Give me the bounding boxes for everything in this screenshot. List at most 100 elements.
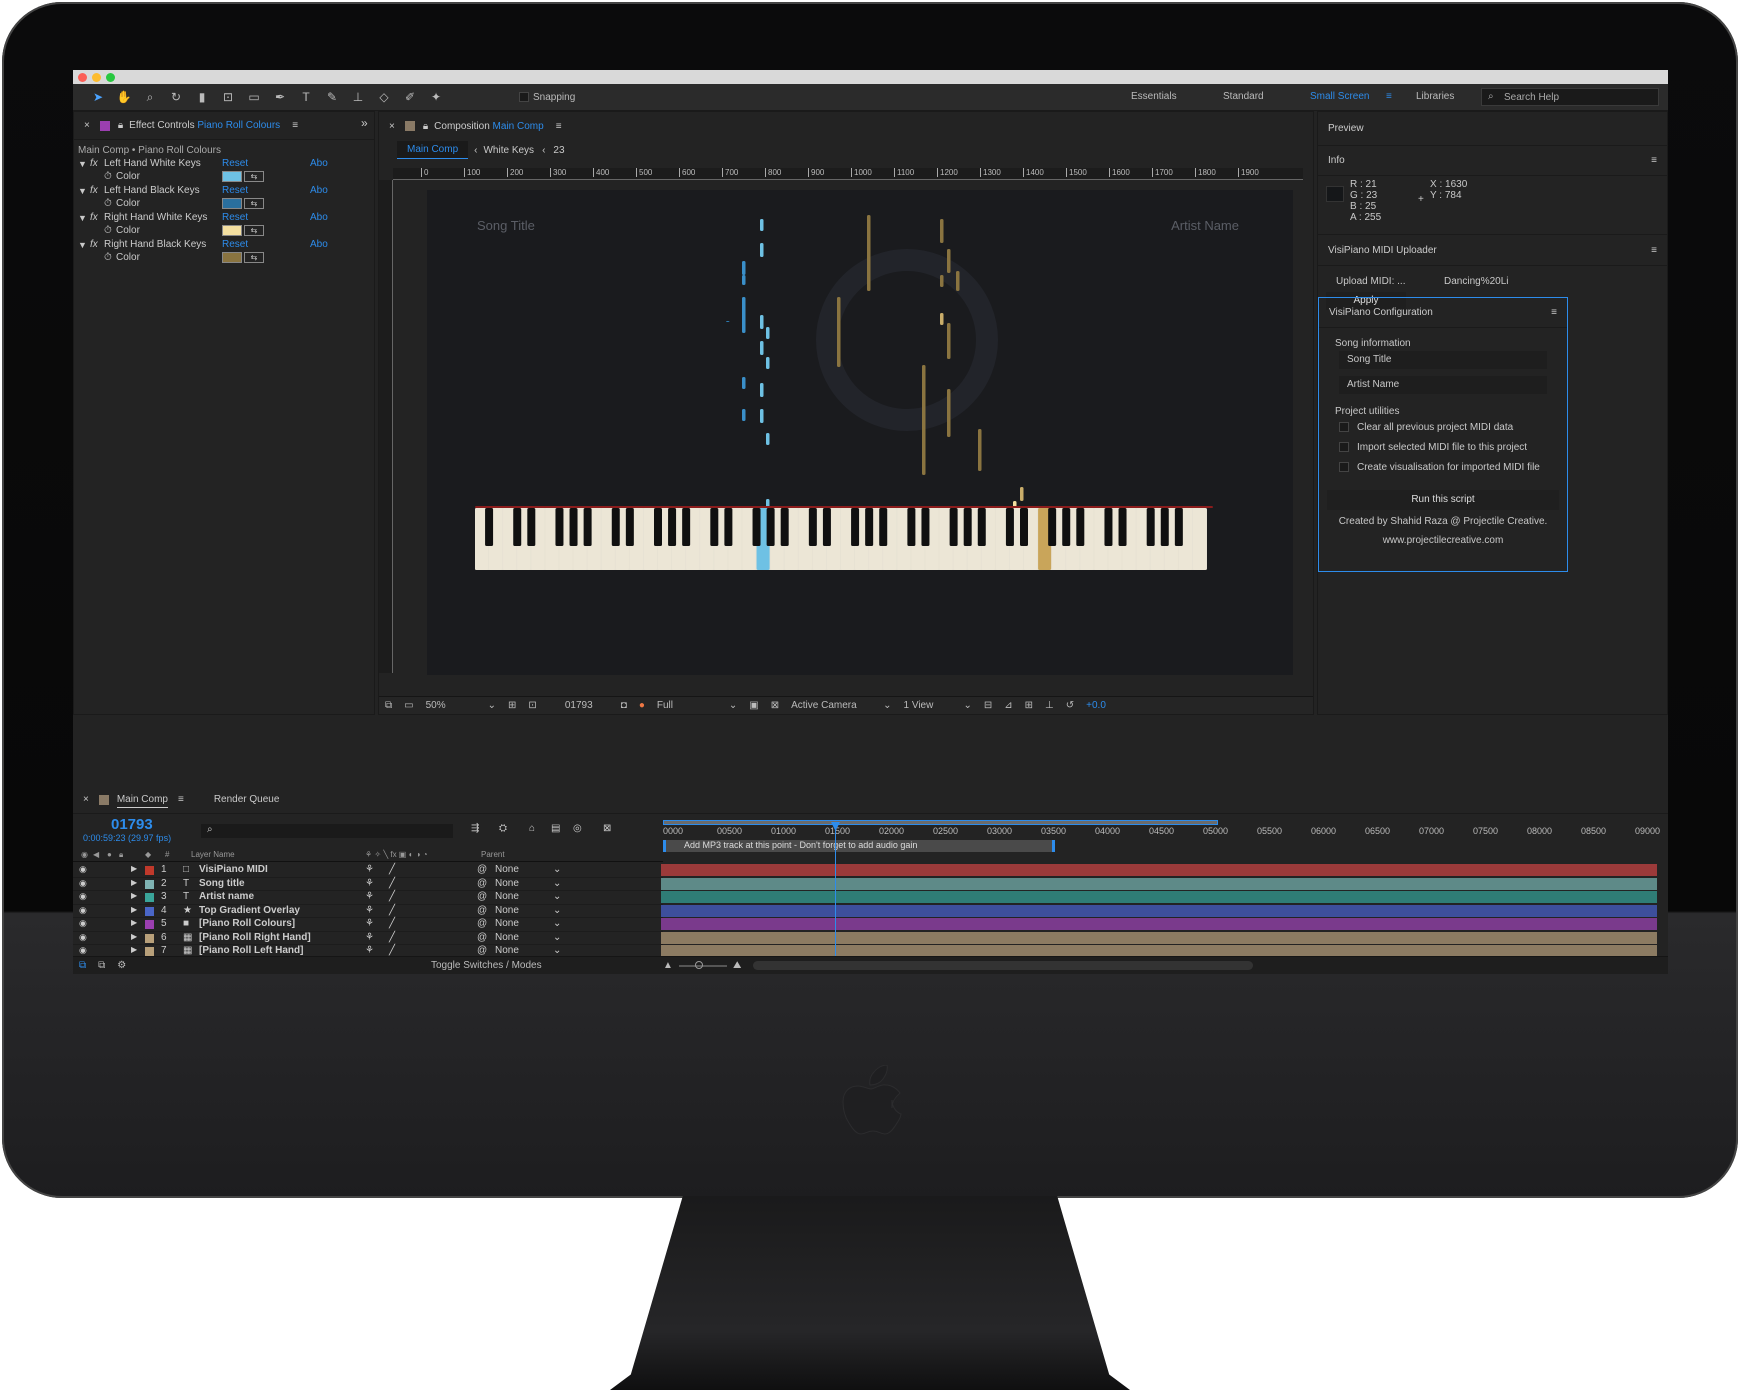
eraser-tool-icon[interactable]: ◇ bbox=[376, 89, 392, 105]
composition-viewer[interactable]: Song Title Artist Name bbox=[427, 190, 1293, 675]
pickwhip-icon[interactable]: @ bbox=[477, 864, 487, 875]
quality-switch-icon[interactable]: ╱ bbox=[389, 891, 395, 902]
layer-name[interactable]: VisiPiano MIDI bbox=[199, 864, 268, 875]
stopwatch-icon[interactable]: ⏱ bbox=[104, 171, 112, 182]
layer-label-color[interactable] bbox=[145, 947, 154, 956]
snapping-checkbox[interactable] bbox=[519, 92, 529, 102]
pickwhip-icon[interactable]: @ bbox=[477, 932, 487, 943]
panel-menu-icon[interactable]: ≡ bbox=[292, 120, 298, 131]
resolution-select[interactable]: Full bbox=[657, 700, 717, 711]
grid-icon[interactable]: ⊞ bbox=[508, 700, 516, 711]
workspace-essentials[interactable]: Essentials bbox=[1131, 91, 1177, 102]
panel-menu-icon[interactable]: ≡ bbox=[1551, 307, 1557, 318]
visibility-eye-icon[interactable]: ◉ bbox=[79, 932, 87, 943]
parent-select[interactable]: None bbox=[495, 932, 559, 943]
layer-duration-bar[interactable] bbox=[661, 931, 1657, 944]
opt-create-row[interactable]: Create visualisation for imported MIDI f… bbox=[1319, 456, 1567, 476]
zoom-select[interactable]: 50% bbox=[426, 700, 476, 711]
expand-arrow-icon[interactable]: ▼ bbox=[78, 213, 87, 223]
close-window-button[interactable] bbox=[78, 73, 87, 82]
expand-arrow-icon[interactable]: ▼ bbox=[78, 159, 87, 169]
parent-select[interactable]: None bbox=[495, 905, 559, 916]
workspace-small-screen[interactable]: Small Screen bbox=[1310, 91, 1369, 102]
fx-icon[interactable]: fx bbox=[90, 185, 98, 196]
expand-layer-icon[interactable]: ▶ bbox=[131, 878, 137, 887]
color-swatch[interactable] bbox=[222, 252, 242, 263]
layer-switches-icon[interactable]: ⧉ bbox=[79, 960, 86, 971]
eyedropper-icon[interactable]: ⇆ bbox=[244, 198, 264, 209]
layer-label-color[interactable] bbox=[145, 879, 154, 889]
quality-switch-icon[interactable]: ╱ bbox=[389, 864, 395, 875]
pickwhip-icon[interactable]: @ bbox=[477, 891, 487, 902]
pickwhip-icon[interactable]: @ bbox=[477, 878, 487, 889]
upload-midi-label[interactable]: Upload MIDI: ... bbox=[1336, 276, 1405, 287]
minimize-window-button[interactable] bbox=[92, 73, 101, 82]
layer-duration-bar[interactable] bbox=[661, 918, 1657, 930]
motion-blur-icon[interactable]: ◎ bbox=[573, 823, 582, 834]
expand-layer-icon[interactable]: ▶ bbox=[131, 945, 137, 954]
monitor-icon[interactable]: ▭ bbox=[404, 700, 413, 711]
region-of-interest-icon[interactable]: ▣ bbox=[749, 700, 758, 711]
timecode-display[interactable]: 01793 bbox=[111, 816, 153, 833]
frame-blending-icon[interactable]: ▤ bbox=[551, 823, 560, 834]
visibility-eye-icon[interactable]: ◉ bbox=[79, 905, 87, 916]
stopwatch-icon[interactable]: ⏱ bbox=[104, 252, 112, 263]
color-swatch[interactable] bbox=[222, 225, 242, 236]
quality-switch-icon[interactable]: ╱ bbox=[389, 945, 395, 956]
layer-name[interactable]: [Piano Roll Right Hand] bbox=[199, 932, 311, 943]
effect-reset-link[interactable]: Reset bbox=[222, 185, 248, 196]
pan-behind-tool-icon[interactable]: ⊡ bbox=[220, 89, 236, 105]
opt-clear-row[interactable]: Clear all previous project MIDI data bbox=[1319, 419, 1567, 436]
visibility-eye-icon[interactable]: ◉ bbox=[79, 918, 87, 929]
tab-timeline-main-comp[interactable]: Main Comp bbox=[116, 792, 168, 808]
layer-name[interactable]: [Piano Roll Colours] bbox=[199, 918, 295, 929]
parent-select[interactable]: None bbox=[495, 891, 559, 902]
parent-select[interactable]: None bbox=[495, 918, 559, 929]
expand-layer-icon[interactable]: ▶ bbox=[131, 864, 137, 873]
expand-arrow-icon[interactable]: ▼ bbox=[78, 186, 87, 196]
stopwatch-icon[interactable]: ⏱ bbox=[104, 225, 112, 236]
pen-tool-icon[interactable]: ✒ bbox=[272, 89, 288, 105]
panel-menu-icon[interactable]: ≡ bbox=[1651, 245, 1657, 256]
mask-icon[interactable]: ⊡ bbox=[528, 700, 536, 711]
horizontal-scrollbar[interactable] bbox=[753, 961, 1253, 970]
fx-icon[interactable]: fx bbox=[90, 212, 98, 223]
parent-select[interactable]: None bbox=[495, 864, 559, 875]
expand-layer-icon[interactable]: ▶ bbox=[131, 891, 137, 900]
visibility-eye-icon[interactable]: ◉ bbox=[79, 864, 87, 875]
expand-arrow-icon[interactable]: ▼ bbox=[78, 240, 87, 250]
layer-duration-bar[interactable] bbox=[661, 891, 1657, 903]
parent-select[interactable]: None bbox=[495, 945, 559, 956]
rotate-tool-icon[interactable]: ↻ bbox=[168, 89, 184, 105]
rectangle-tool-icon[interactable]: ▭ bbox=[246, 89, 262, 105]
song-title-field[interactable]: Song Title bbox=[1339, 351, 1547, 369]
layer-row[interactable]: ◉ ▶ 4 ★ Top Gradient Overlay ⚘ ╱ @ None … bbox=[73, 905, 663, 918]
effect-reset-link[interactable]: Reset bbox=[222, 212, 248, 223]
draft-3d-icon[interactable]: ⛭ bbox=[499, 823, 507, 834]
always-preview-icon[interactable]: ⧉ bbox=[385, 700, 392, 711]
tab-main-comp[interactable]: Main Comp bbox=[397, 141, 469, 159]
flowchart-icon[interactable]: ⊥ bbox=[1045, 700, 1054, 711]
close-panel-icon[interactable]: × bbox=[84, 120, 90, 131]
workspace-standard[interactable]: Standard bbox=[1223, 91, 1264, 102]
transparency-grid-icon[interactable]: ⊠ bbox=[771, 700, 779, 711]
fast-previews-icon[interactable]: ⊿ bbox=[1004, 700, 1012, 711]
layer-duration-bar[interactable] bbox=[661, 877, 1657, 890]
camera-tool-icon[interactable]: ▮ bbox=[194, 89, 210, 105]
effect-reset-link[interactable]: Reset bbox=[222, 239, 248, 250]
type-tool-icon[interactable]: T bbox=[298, 89, 314, 105]
panel-menu-icon[interactable]: ≡ bbox=[1651, 155, 1657, 166]
fx-icon[interactable]: fx bbox=[90, 158, 98, 169]
workspace-menu-icon[interactable]: ≡ bbox=[1386, 91, 1392, 102]
toggle-pixel-aspect-icon[interactable]: ⊟ bbox=[984, 700, 992, 711]
color-swatch[interactable] bbox=[222, 198, 242, 209]
pickwhip-icon[interactable]: @ bbox=[477, 918, 487, 929]
color-swatch[interactable] bbox=[222, 171, 242, 182]
layer-duration-bar[interactable] bbox=[661, 864, 1657, 876]
lock-icon[interactable]: 🔒︎ bbox=[423, 121, 428, 132]
shy-layers-icon[interactable]: ⌂ bbox=[529, 823, 535, 834]
current-time-indicator[interactable] bbox=[835, 822, 836, 962]
zoom-slider[interactable] bbox=[679, 965, 727, 967]
hand-tool-icon[interactable]: ✋ bbox=[116, 89, 132, 105]
zoom-in-icon[interactable]: ⛰ bbox=[733, 960, 741, 971]
